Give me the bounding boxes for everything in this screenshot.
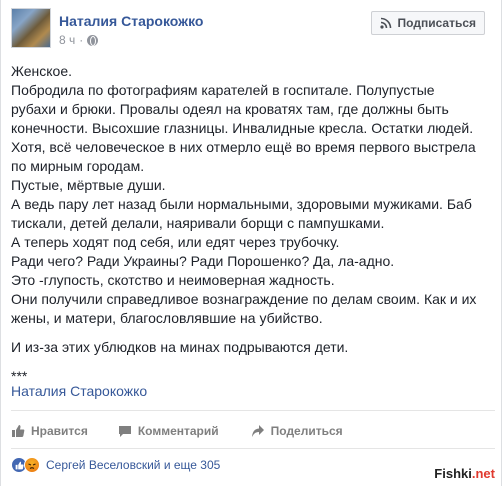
post-line: жены, и матери, благословлявшие на убийс… — [11, 310, 323, 326]
post-line: А теперь ходят под себя, или едят через … — [11, 234, 340, 250]
post-line: конечности. Высохшие глазницы. Инвалидны… — [11, 120, 474, 136]
post-header: Наталия Старокожко 8 ч · Подписаться — [11, 8, 495, 52]
watermark-suffix: .net — [471, 466, 495, 481]
post-line: рубахи и брюки. Провалы одеял на кроватя… — [11, 101, 449, 117]
thumbs-up-icon — [12, 425, 25, 437]
like-label: Нравится — [31, 424, 88, 438]
fishki-watermark: Fishki.net — [434, 466, 495, 481]
author-avatar[interactable] — [11, 8, 51, 48]
reactions-row[interactable]: Сергей Веселовский и еще 305 — [11, 456, 220, 474]
post-line: Это -глупость, скотство и неимоверная жа… — [11, 272, 335, 288]
post-actions-bar: Нравится Комментарий Поделиться — [11, 418, 495, 444]
subscribe-button[interactable]: Подписаться — [370, 11, 485, 35]
post-line: Побродила по фотографиям карателей в гос… — [11, 82, 435, 98]
subscribe-label: Подписаться — [397, 16, 476, 30]
angry-reaction-icon — [24, 457, 40, 473]
post-line: Они получили справедливое вознаграждение… — [11, 291, 477, 307]
actions-bottom-divider — [11, 448, 495, 449]
post-body: Женское. Побродила по фотографиям карате… — [11, 62, 495, 386]
post-line: Женское. — [11, 63, 73, 79]
post-line: тискали, детей делали, наяривали борщи с… — [11, 215, 385, 231]
rss-icon — [379, 17, 392, 29]
like-button[interactable]: Нравится — [11, 424, 88, 438]
watermark-text: Fishki — [434, 466, 472, 481]
author-name[interactable]: Наталия Старокожко — [59, 13, 203, 29]
post-closing-line: И из-за этих ублюдков на минах подрывают… — [11, 339, 349, 355]
comment-label: Комментарий — [137, 424, 219, 438]
post-line: Хотя, всё человеческое в них отмерло ещё… — [11, 139, 476, 155]
post-signature-link[interactable]: Наталия Старокожко — [11, 383, 147, 399]
post-line: по мирным городам. — [11, 158, 145, 174]
share-button[interactable]: Поделиться — [251, 424, 343, 438]
comment-icon — [118, 426, 131, 437]
comment-button[interactable]: Комментарий — [118, 424, 219, 438]
post-time[interactable]: 8 ч — [59, 33, 75, 47]
post-line: А ведь пару лет назад были нормальными, … — [11, 196, 472, 212]
post-line: Ради чего? Ради Украины? Ради Порошенко?… — [11, 253, 395, 269]
reactions-summary[interactable]: Сергей Веселовский и еще 305 — [46, 458, 220, 472]
share-label: Поделиться — [270, 424, 343, 438]
post-meta: 8 ч · — [59, 33, 99, 47]
post-line: Пустые, мёртвые души. — [11, 177, 166, 193]
actions-top-divider — [11, 410, 495, 411]
globe-icon — [87, 34, 99, 46]
share-icon — [251, 425, 264, 437]
meta-separator: · — [79, 33, 84, 47]
facebook-post-card: Наталия Старокожко 8 ч · Подписаться Жен… — [0, 0, 502, 486]
